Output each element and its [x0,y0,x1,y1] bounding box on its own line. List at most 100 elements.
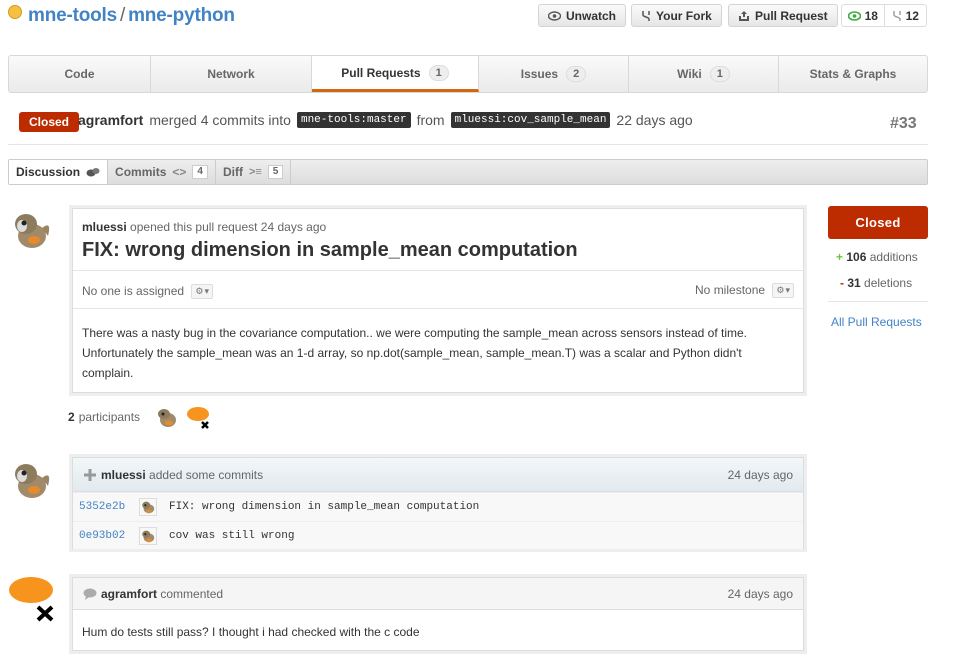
deletions-count: 31 [847,276,861,290]
pr-state-badge: Closed [19,112,80,132]
commit-message: FIX: wrong dimension in sample_mean comp… [169,501,480,513]
milestone-text: No milestone [695,283,766,297]
commit-row: 0e93b02 cov was still wrong [73,521,803,549]
comment-bubble-icon [83,588,97,600]
assignee-gear-button[interactable]: ⚙ ▾ [191,284,214,300]
pr-number: #33 [890,115,917,132]
user-avatar-agramfort[interactable] [8,575,58,623]
gear-icon: ⚙ [195,286,204,297]
pull-request-button[interactable]: Pull Request [728,4,838,27]
pr-body: There was a nasty bug in the covariance … [82,326,748,380]
social-counts: 18 12 [841,4,927,27]
participants-row: 2 participants [68,410,140,424]
commit-author-avatar [139,526,157,545]
fork-icon [642,10,650,21]
comment-action: commented [160,587,224,601]
subtab-label: Commits [115,165,167,179]
comment-header: agramfort commented 24 days ago [73,578,803,610]
tab-label: Issues [520,67,559,81]
watchers-count[interactable]: 18 [842,5,884,26]
unwatch-button[interactable]: Unwatch [538,4,627,27]
tab-label: Stats & Graphs [809,67,897,81]
tab-label: Pull Requests [341,65,421,80]
subtab-diff[interactable]: Diff >≡ 5 [216,160,292,184]
your-fork-button[interactable]: Your Fork [631,4,722,27]
deletions-label: deletions [864,276,913,290]
tab-label: Code [64,67,95,81]
commits-author-link[interactable]: mluessi [101,468,146,482]
merge-author-link[interactable]: agramfort [78,112,143,128]
plus-icon [84,469,96,481]
watchers-count-value: 18 [864,8,878,23]
discussion-bubbles-icon [86,168,100,177]
eye-icon [548,10,561,21]
divider [73,270,803,271]
commits-header: mluessi added some commits 24 days ago [73,458,803,492]
sidebar-state-badge: Closed [828,206,928,239]
commit-sha-link[interactable]: 0e93b02 [79,530,139,542]
fork-icon [892,10,901,21]
merge-from-text: from [416,112,445,128]
diff-icon: >≡ [248,166,262,178]
repo-separator: / [119,5,126,26]
sidebar-divider [828,301,928,302]
tab-count: 2 [566,66,587,82]
comment-box: agramfort commented 24 days ago Hum do t… [72,577,804,651]
commits-time: 24 days ago [727,468,793,482]
commit-message: cov was still wrong [169,529,295,542]
participant-avatar-agramfort[interactable] [186,405,212,431]
pull-request-icon [739,10,749,21]
unwatch-label: Unwatch [566,8,617,23]
commits-box: mluessi added some commits 24 days ago 5… [72,457,804,549]
subtab-count: 5 [267,165,284,179]
participant-avatar-mluessi[interactable] [155,405,179,429]
additions-count: 106 [846,250,867,264]
tab-code[interactable]: Code [9,56,151,92]
deletions-sign: - [840,276,844,290]
commit-author-avatar [139,498,157,516]
repo-title: mne-tools / mne-python [8,5,235,27]
user-avatar-mluessi[interactable] [8,206,54,252]
subtab-label: Discussion [16,165,81,179]
tab-stats-graphs[interactable]: Stats & Graphs [779,56,927,92]
commit-sha-link[interactable]: 5352e2b [79,501,139,513]
divider [73,308,803,309]
tab-label: Network [207,67,255,81]
pr-description-box: mluessi opened this pull request 24 days… [72,208,804,393]
opener-link[interactable]: mluessi [82,220,127,234]
assignee-text: No one is assigned [82,284,185,298]
subtab-discussion[interactable]: Discussion [9,160,109,184]
tab-count: 1 [709,66,730,82]
tab-wiki[interactable]: Wiki 1 [629,56,779,92]
participants-count: 2 [68,410,75,424]
pr-subtabs: Discussion Commits <> 4 Diff >≡ 5 [8,159,928,185]
subtab-count: 4 [192,165,208,179]
pull-request-label: Pull Request [755,8,828,23]
subtab-label: Diff [222,165,243,179]
additions-label: additions [869,250,918,264]
milestone-gear-button[interactable]: ⚙ ▾ [772,283,794,299]
tab-issues[interactable]: Issues 2 [479,56,629,92]
merge-time: 22 days ago [616,112,693,128]
milestone-row: No milestone ⚙ ▾ [695,283,794,299]
head-branch: mluessi:cov_sample_mean [450,112,611,128]
gear-icon: ⚙ [776,285,785,296]
additions-stat: + 106 additions [836,250,918,264]
your-fork-label: Your Fork [656,8,712,23]
tab-count: 1 [428,64,449,81]
tab-label: Wiki [677,67,702,81]
subtab-commits[interactable]: Commits <> 4 [108,160,216,184]
repo-owner-link[interactable]: mne-tools [28,5,117,26]
all-pull-requests-link[interactable]: All Pull Requests [831,315,922,329]
comment-author-link[interactable]: agramfort [101,587,157,601]
merge-action-text: merged 4 commits into [149,112,291,128]
tab-network[interactable]: Network [151,56,312,92]
forks-count[interactable]: 12 [883,5,927,26]
comment-body: Hum do tests still pass? I thought i had… [82,625,420,639]
additions-sign: + [836,250,844,264]
tab-pull-requests[interactable]: Pull Requests 1 [312,56,479,92]
user-avatar-mluessi[interactable] [8,456,54,502]
repo-name-link[interactable]: mne-python [128,5,235,26]
participants-label: participants [78,410,141,424]
eye-icon [847,10,861,21]
